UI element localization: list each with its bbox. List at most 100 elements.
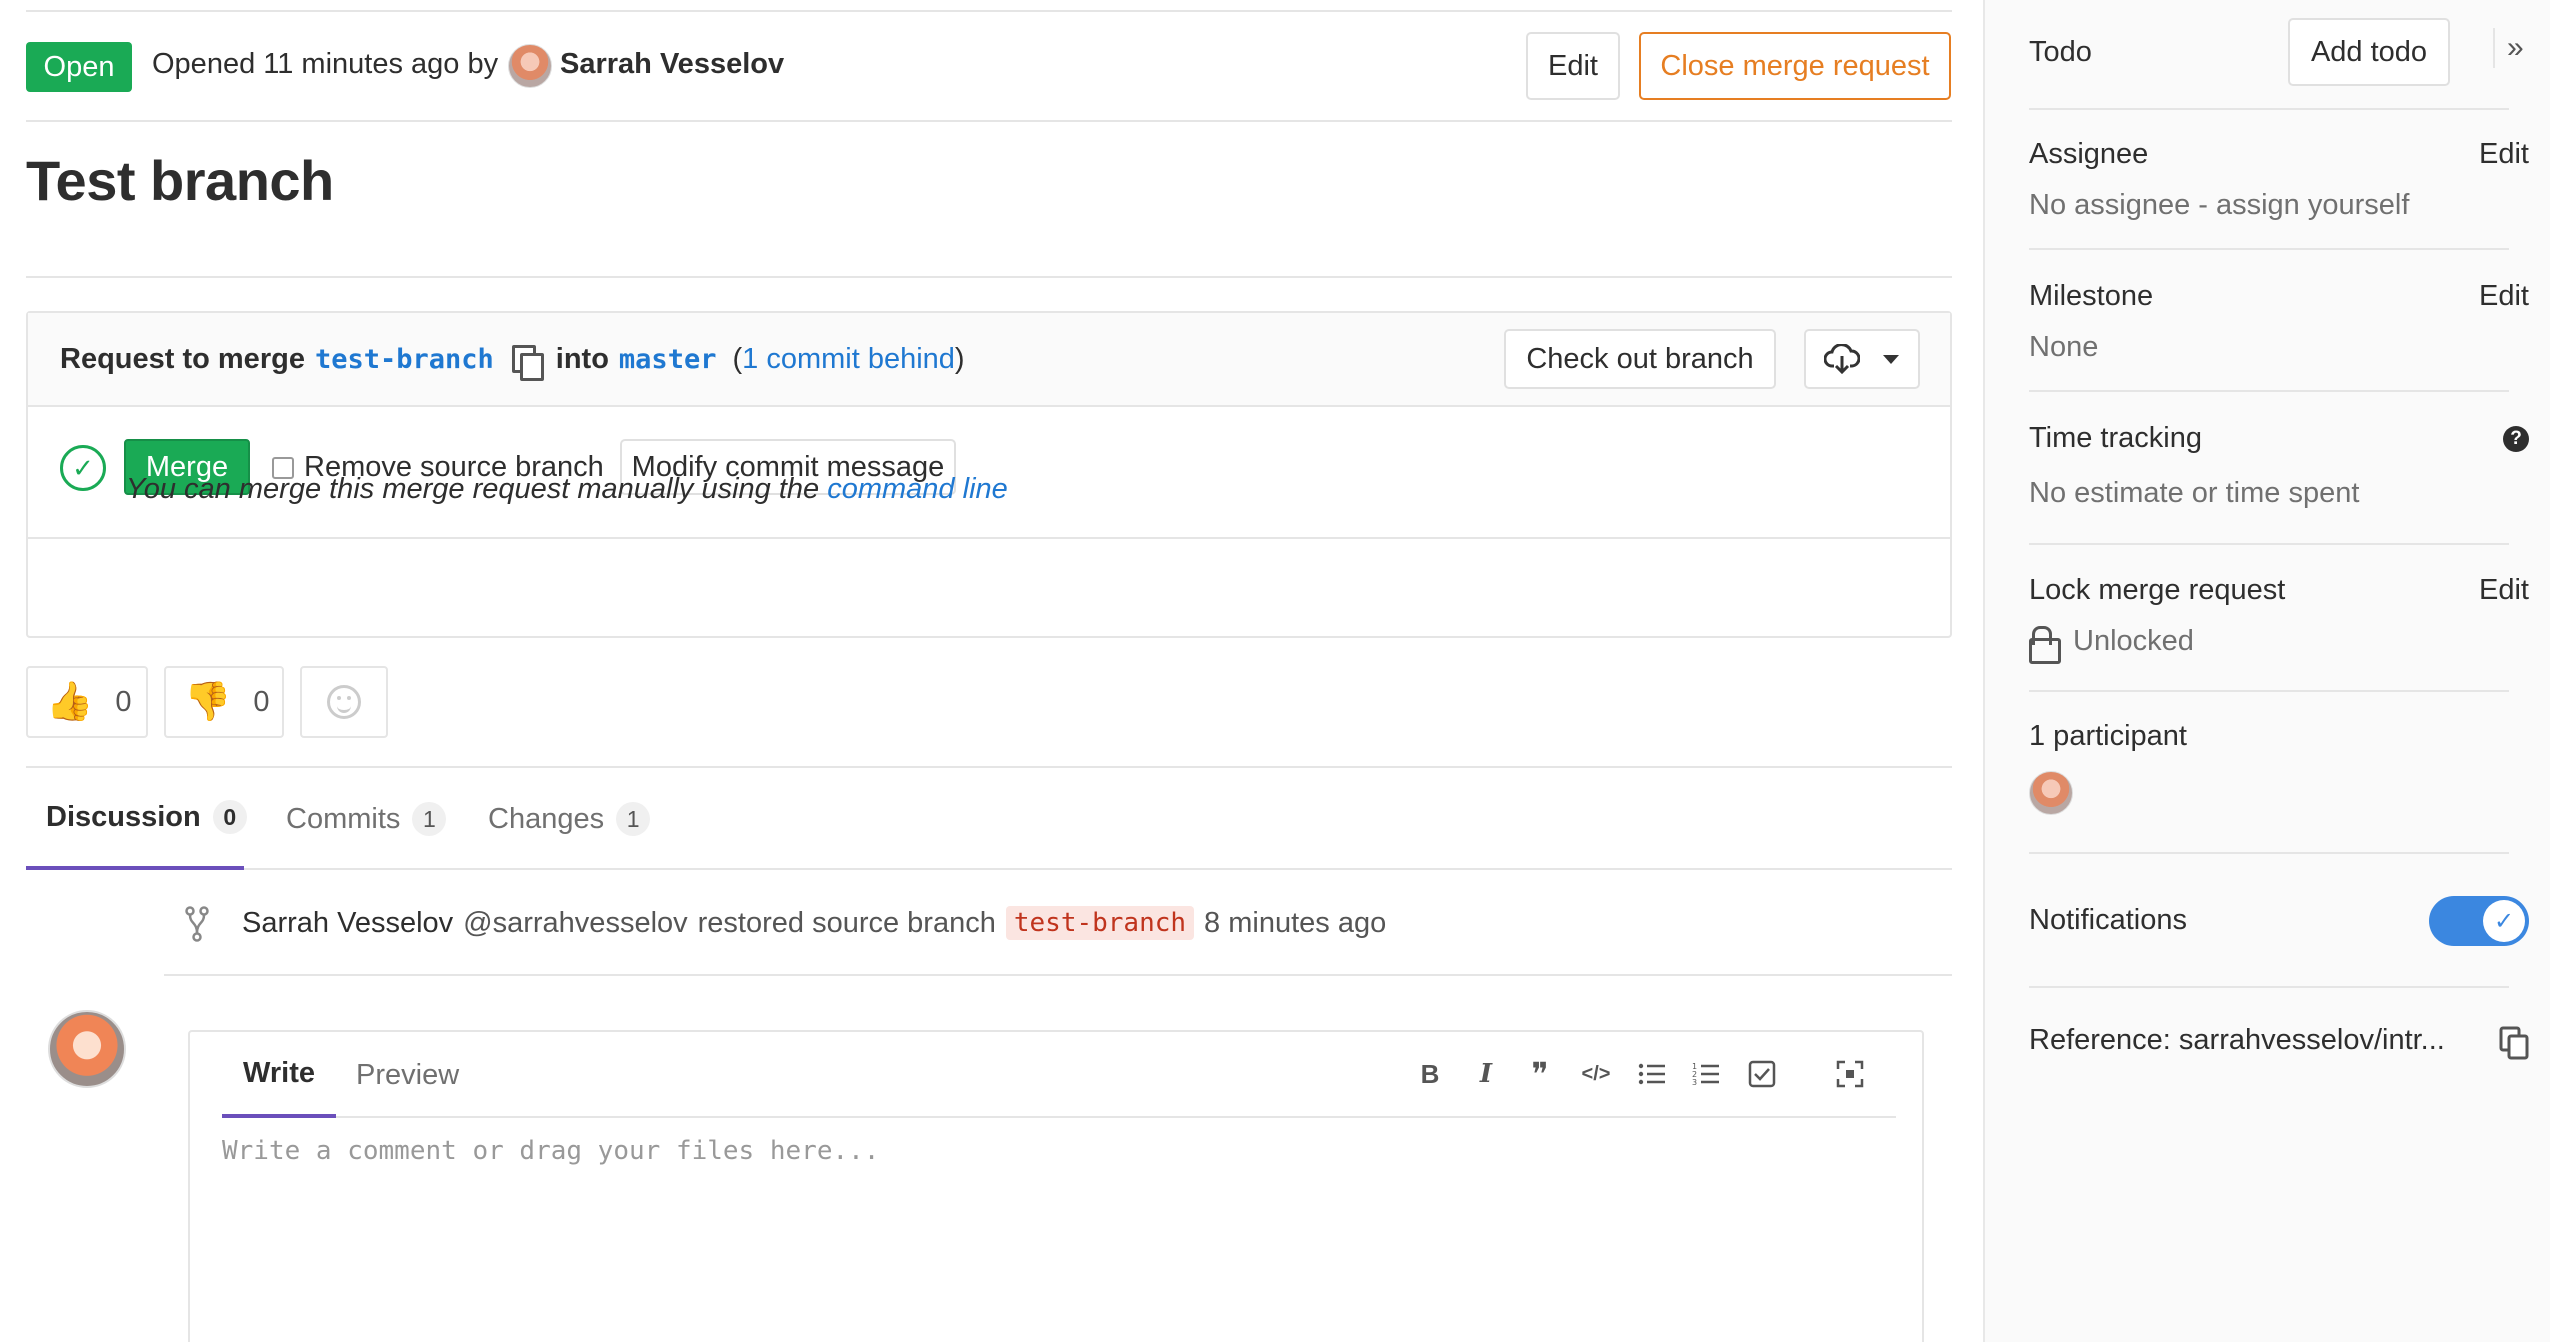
current-user-avatar[interactable] [48, 1010, 126, 1088]
assignee-value[interactable]: No assignee - assign yourself [2029, 189, 2509, 222]
manual-merge-prefix: You can merge this merge request manuall… [126, 473, 820, 505]
sidebar-divider [2029, 248, 2509, 250]
add-todo-button[interactable]: Add todo [2288, 18, 2450, 86]
preview-tab[interactable]: Preview [356, 1032, 459, 1118]
editor-tabs: Write Preview B I ❞ </> 123 [222, 1032, 1896, 1118]
sidebar-divider [2029, 108, 2509, 110]
bold-icon[interactable]: B [1410, 1054, 1450, 1094]
reference-block: Reference: sarrahvesselov/intr... [2029, 1024, 2529, 1060]
time-tracking-value: No estimate or time spent [2029, 477, 2360, 509]
sidebar-divider [2029, 852, 2509, 854]
code-icon[interactable]: </> [1576, 1054, 1616, 1094]
thumbs-up-icon: 👍 [46, 681, 94, 723]
tab-commits[interactable]: Commits 1 [286, 768, 447, 870]
time-tracking-label: Time tracking [2029, 422, 2202, 454]
close-merge-request-button[interactable]: Close merge request [1639, 32, 1951, 100]
command-line-link[interactable]: command line [827, 473, 1008, 505]
milestone-edit-link[interactable]: Edit [2479, 280, 2529, 313]
assignee-label: Assignee [2029, 138, 2149, 170]
smiley-icon [327, 685, 361, 719]
lock-edit-link[interactable]: Edit [2479, 574, 2529, 607]
source-branch-link[interactable]: test-branch [315, 344, 494, 375]
numbered-list-icon[interactable]: 123 [1686, 1054, 1726, 1094]
system-note-text: Sarrah Vesselov @sarrahvesselov restored… [242, 906, 1386, 940]
assignee-block: Assignee Edit No assignee - assign yours… [2029, 138, 2529, 222]
author-name-link[interactable]: Sarrah Vesselov [560, 48, 784, 81]
tab-commits-count: 1 [412, 802, 447, 836]
merge-request-tabs: Discussion 0 Commits 1 Changes 1 [26, 766, 1952, 870]
thumbs-down-icon: 👎 [184, 681, 232, 723]
lock-label: Lock merge request [2029, 574, 2286, 606]
reference-label: Reference: sarrahvesselov/intr... [2029, 1024, 2445, 1056]
merge-widget-header: Request to merge test-branch into master… [28, 313, 1950, 407]
collapse-sidebar-icon[interactable]: » [2493, 28, 2524, 68]
participants-block: 1 participant [2029, 720, 2509, 815]
copy-branch-icon[interactable] [511, 344, 544, 381]
note-author-link[interactable]: Sarrah Vesselov [242, 907, 453, 940]
status-badge: Open [26, 42, 132, 92]
milestone-value: None [2029, 331, 2099, 363]
merge-widget: Request to merge test-branch into master… [26, 311, 1952, 638]
thumbs-down-award[interactable]: 👎 0 [164, 666, 284, 738]
lock-status: Unlocked [2029, 625, 2509, 664]
title-divider [26, 276, 1952, 278]
commit-behind-close: ) [954, 343, 965, 375]
lock-value: Unlocked [2073, 625, 2194, 657]
quote-icon[interactable]: ❞ [1520, 1054, 1560, 1094]
sidebar-divider [2029, 986, 2509, 988]
bullet-list-icon[interactable] [1632, 1054, 1672, 1094]
svg-text:3: 3 [1692, 1078, 1697, 1087]
target-branch-link[interactable]: master [619, 344, 717, 375]
comment-editor: Write Preview B I ❞ </> 123 Write a comm… [188, 1030, 1924, 1342]
add-reaction-button[interactable] [300, 666, 388, 738]
assignee-edit-link[interactable]: Edit [2479, 138, 2529, 171]
task-list-icon[interactable] [1742, 1054, 1782, 1094]
thumbs-up-count: 0 [115, 685, 132, 718]
note-time: 8 minutes ago [1204, 906, 1387, 939]
merge-request-info: Request to merge test-branch into master… [60, 343, 965, 381]
thumbs-down-count: 0 [253, 685, 270, 718]
check-icon: ✓ [2483, 900, 2525, 942]
edit-button[interactable]: Edit [1526, 32, 1620, 100]
copy-reference-icon[interactable] [2499, 1026, 2529, 1060]
participant-avatar[interactable] [2029, 771, 2073, 815]
manual-merge-text: You can merge this merge request manuall… [126, 473, 2048, 506]
help-icon[interactable]: ? [2503, 426, 2529, 452]
tab-discussion[interactable]: Discussion 0 [26, 768, 247, 870]
check-out-branch-button[interactable]: Check out branch [1504, 329, 1776, 389]
author-avatar[interactable] [508, 44, 552, 88]
caret-down-icon [1883, 355, 1899, 364]
system-note: Sarrah Vesselov @sarrahvesselov restored… [164, 900, 1952, 976]
unlock-icon [2029, 625, 2061, 664]
cloud-download-icon [1824, 344, 1860, 374]
header-divider [26, 120, 1952, 122]
download-dropdown[interactable] [1804, 329, 1920, 389]
sidebar-divider [2029, 543, 2509, 545]
lock-block: Lock merge request Edit Unlocked [2029, 574, 2529, 664]
tab-discussion-label: Discussion [46, 800, 201, 833]
tab-changes-count: 1 [616, 802, 651, 836]
write-tab[interactable]: Write [222, 1032, 336, 1118]
top-divider [26, 10, 1952, 12]
participants-label: 1 participant [2029, 720, 2187, 752]
page-title: Test branch [26, 149, 334, 212]
tab-discussion-count: 0 [212, 800, 247, 834]
commit-behind-link[interactable]: 1 commit behind [742, 343, 955, 375]
into-label: into [555, 343, 609, 375]
sidebar-divider [2029, 390, 2509, 392]
milestone-label: Milestone [2029, 280, 2154, 312]
italic-icon[interactable]: I [1466, 1054, 1506, 1094]
check-circle-icon: ✓ [60, 445, 106, 491]
opened-text: Opened 11 minutes ago by [152, 48, 499, 80]
tab-changes[interactable]: Changes 1 [488, 768, 651, 870]
thumbs-up-award[interactable]: 👍 0 [26, 666, 148, 738]
time-tracking-block: Time tracking ? No estimate or time spen… [2029, 422, 2529, 510]
fullscreen-icon[interactable] [1830, 1054, 1870, 1094]
milestone-block: Milestone Edit None [2029, 280, 2529, 364]
comment-textarea[interactable]: Write a comment or drag your files here.… [222, 1136, 879, 1166]
notifications-toggle[interactable]: ✓ [2429, 896, 2529, 946]
note-author-handle[interactable]: @sarrahvesselov [463, 907, 687, 940]
right-sidebar: Todo Add todo » Assignee Edit No assigne… [1983, 0, 2550, 1342]
tab-commits-label: Commits [286, 802, 401, 835]
tab-changes-label: Changes [488, 802, 605, 835]
